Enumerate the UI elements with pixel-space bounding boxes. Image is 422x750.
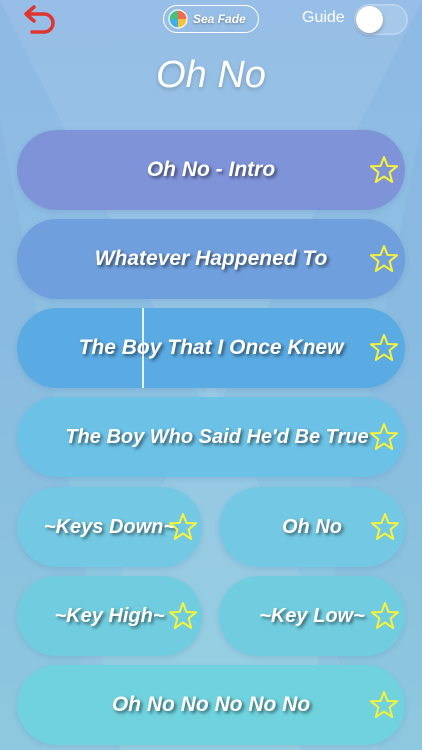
pad-label: Oh No No No No No	[111, 693, 311, 716]
theme-label: Sea Fade	[193, 12, 246, 26]
pad-label: Oh No - Intro	[146, 158, 276, 181]
star-outline-icon[interactable]	[168, 512, 198, 542]
star-outline-icon[interactable]	[369, 244, 399, 274]
pad-label: The Boy Who Said He'd Be True	[65, 426, 369, 448]
sound-pad-the-boy-who-said-hed-be-true[interactable]: The Boy Who Said He'd Be True	[17, 397, 405, 477]
theme-selector-button[interactable]: Sea Fade	[163, 5, 259, 33]
pad-label: The Boy That I Once Knew	[78, 336, 344, 359]
star-outline-icon[interactable]	[370, 512, 400, 542]
star-outline-icon[interactable]	[168, 601, 198, 631]
playback-progress-line	[142, 308, 144, 388]
star-outline-icon[interactable]	[369, 690, 399, 720]
sound-pad-oh-no[interactable]: Oh No	[219, 487, 405, 567]
guide-toggle[interactable]	[354, 4, 408, 35]
top-bar: Sea Fade Guide	[0, 0, 422, 44]
star-outline-icon[interactable]	[370, 601, 400, 631]
page-title: Oh No	[156, 54, 266, 96]
sound-pad-keys-down[interactable]: ~Keys Down~	[17, 487, 202, 567]
sound-pad-key-high[interactable]: ~Key High~	[17, 576, 202, 656]
toggle-knob	[356, 6, 383, 33]
sound-pad-whatever-happened-to[interactable]: Whatever Happened To	[17, 219, 405, 299]
sound-pad-the-boy-that-i-once-knew[interactable]: The Boy That I Once Knew	[17, 308, 405, 388]
color-wheel-icon	[168, 9, 188, 29]
back-button[interactable]	[18, 4, 58, 40]
undo-arrow-icon	[24, 5, 55, 34]
star-outline-icon[interactable]	[369, 155, 399, 185]
star-outline-icon[interactable]	[369, 422, 399, 452]
guide-label: Guide	[302, 9, 345, 26]
sound-pad-key-low[interactable]: ~Key Low~	[219, 576, 405, 656]
pad-label: Whatever Happened To	[94, 247, 328, 270]
sound-pad-oh-no-no-no-no-no[interactable]: Oh No No No No No	[17, 665, 405, 745]
sound-pad-oh-no-intro[interactable]: Oh No - Intro	[17, 130, 405, 210]
star-outline-icon[interactable]	[369, 333, 399, 363]
